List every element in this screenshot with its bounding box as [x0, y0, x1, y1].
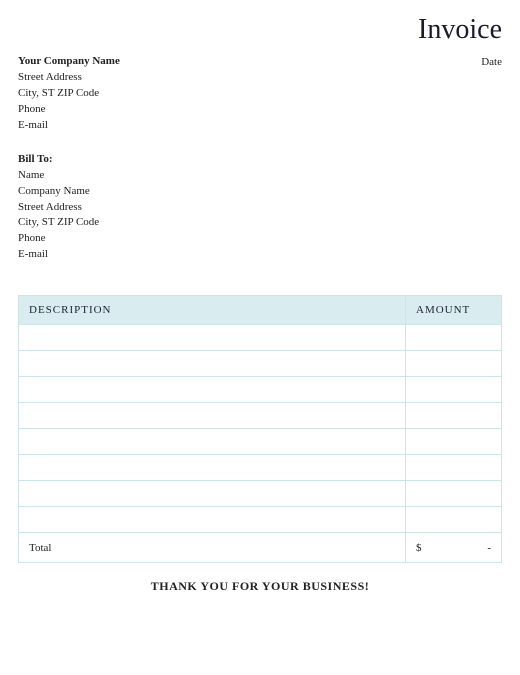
- table-row: [19, 325, 502, 351]
- cell-desc: [19, 377, 406, 403]
- table-row: [19, 481, 502, 507]
- total-value: -: [487, 542, 491, 554]
- table-row: [19, 377, 502, 403]
- cell-desc: [19, 507, 406, 533]
- cell-desc: [19, 481, 406, 507]
- col-header-description: DESCRIPTION: [19, 296, 406, 325]
- total-row: Total $ -: [19, 533, 502, 563]
- table-row: [19, 429, 502, 455]
- from-email: E-mail: [18, 118, 120, 134]
- cell-desc: [19, 351, 406, 377]
- cell-desc: [19, 455, 406, 481]
- invoice-table: DESCRIPTION AMOUNT Total $ -: [18, 295, 502, 563]
- billto-email: E-mail: [18, 247, 502, 263]
- table-row: [19, 455, 502, 481]
- total-amount-cell: $ -: [406, 533, 502, 563]
- billto-street: Street Address: [18, 200, 502, 216]
- from-company: Your Company Name: [18, 54, 120, 70]
- from-phone: Phone: [18, 102, 120, 118]
- billto-name: Name: [18, 168, 502, 184]
- cell-amount: [406, 325, 502, 351]
- table-row: [19, 403, 502, 429]
- billto-heading: Bill To:: [18, 152, 502, 168]
- from-address-block: Your Company Name Street Address City, S…: [18, 54, 120, 134]
- cell-amount: [406, 481, 502, 507]
- cell-amount: [406, 429, 502, 455]
- invoice-title: Invoice: [18, 14, 502, 46]
- cell-amount: [406, 351, 502, 377]
- cell-amount: [406, 507, 502, 533]
- cell-desc: [19, 325, 406, 351]
- cell-amount: [406, 377, 502, 403]
- billto-citystzip: City, ST ZIP Code: [18, 215, 502, 231]
- cell-desc: [19, 429, 406, 455]
- cell-desc: [19, 403, 406, 429]
- total-currency: $: [416, 542, 422, 554]
- billto-company: Company Name: [18, 184, 502, 200]
- col-header-amount: AMOUNT: [406, 296, 502, 325]
- table-row: [19, 507, 502, 533]
- cell-amount: [406, 455, 502, 481]
- from-citystzip: City, ST ZIP Code: [18, 86, 120, 102]
- total-label: Total: [19, 533, 406, 563]
- thank-you-message: THANK YOU FOR YOUR BUSINESS!: [18, 579, 502, 594]
- cell-amount: [406, 403, 502, 429]
- billto-address-block: Bill To: Name Company Name Street Addres…: [18, 152, 502, 264]
- date-label: Date: [462, 56, 502, 68]
- table-row: [19, 351, 502, 377]
- billto-phone: Phone: [18, 231, 502, 247]
- from-street: Street Address: [18, 70, 120, 86]
